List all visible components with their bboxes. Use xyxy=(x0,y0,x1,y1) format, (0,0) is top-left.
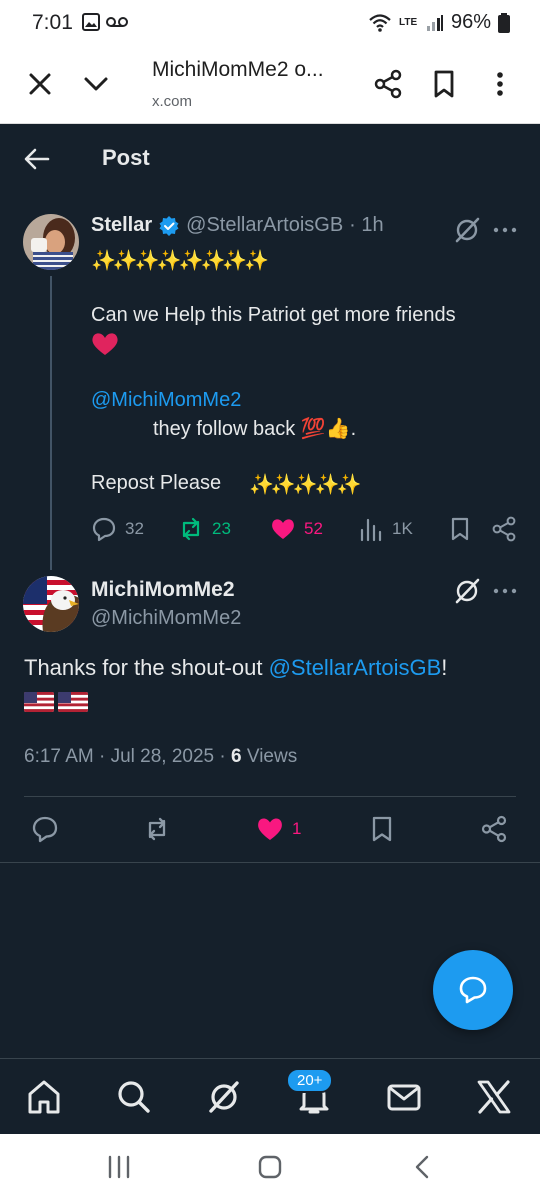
status-time: 7:01 xyxy=(32,11,73,34)
messages-envelope-icon[interactable] xyxy=(384,1077,424,1117)
post-timestamp[interactable]: 6:17 AM · Jul 28, 2025 · xyxy=(24,746,231,767)
mention-link[interactable]: @StellarArtoisGB xyxy=(269,655,442,680)
views-label: Views xyxy=(241,746,298,767)
post-metadata: 6:17 AM · Jul 28, 2025 · 6 Views xyxy=(24,746,297,768)
author-name[interactable]: Stellar xyxy=(91,214,152,237)
more-horizontal-icon[interactable] xyxy=(490,576,520,606)
author-handle[interactable]: @MichiMomMe2 xyxy=(91,607,241,630)
repost-icon xyxy=(182,517,200,541)
author-handle[interactable]: @StellarArtoisGB xyxy=(186,214,343,237)
like-button[interactable]: 52 xyxy=(270,516,323,542)
grok-icon[interactable] xyxy=(204,1077,244,1117)
more-horizontal-icon[interactable] xyxy=(490,215,520,245)
mention-link[interactable]: @MichiMomMe2 xyxy=(91,389,241,412)
like-button[interactable]: 1 xyxy=(256,815,301,843)
grok-icon[interactable] xyxy=(452,576,482,606)
divider xyxy=(0,862,540,863)
home-button-icon[interactable] xyxy=(257,1154,283,1180)
reply-icon[interactable] xyxy=(31,815,59,843)
bookmark-icon[interactable] xyxy=(447,516,473,542)
share-icon[interactable] xyxy=(491,516,517,542)
heart-filled-icon xyxy=(258,818,282,840)
post-text: Thanks for the shout-out @StellarArtoisG… xyxy=(24,655,447,681)
notifications-badge: 20+ xyxy=(286,1068,334,1093)
sparkles-emoji-row: ✨✨✨✨✨ xyxy=(249,474,362,496)
post-text-line: they follow back 💯👍. xyxy=(153,418,357,440)
avatar[interactable] xyxy=(23,576,79,632)
battery-percentage: 96% xyxy=(450,11,491,33)
author-name[interactable]: MichiMomMe2 xyxy=(91,578,235,602)
close-icon[interactable] xyxy=(24,68,56,100)
post-text-segment: Thanks for the shout-out xyxy=(24,655,269,680)
reply-icon xyxy=(92,517,116,542)
bookmark-icon[interactable] xyxy=(428,68,460,100)
more-vertical-icon[interactable] xyxy=(484,68,516,100)
browser-url: x.com xyxy=(152,93,193,110)
share-icon[interactable] xyxy=(480,815,508,843)
post-header: Post xyxy=(0,124,540,194)
reply-button[interactable]: 32 xyxy=(91,516,144,542)
red-heart-emoji xyxy=(92,333,118,355)
divider xyxy=(24,796,516,797)
like-count: 52 xyxy=(304,519,323,538)
lte-indicator: LTE xyxy=(398,16,418,28)
repost-button[interactable]: 23 xyxy=(178,516,231,542)
chevron-down-icon[interactable] xyxy=(80,68,112,100)
avatar[interactable] xyxy=(23,214,79,270)
search-icon[interactable] xyxy=(114,1077,154,1117)
verified-badge-icon xyxy=(159,215,179,236)
page-title: Post xyxy=(102,145,150,170)
back-icon[interactable] xyxy=(410,1154,436,1180)
post-time[interactable]: · 1h xyxy=(349,214,383,237)
signal-icon xyxy=(426,14,443,31)
battery-icon xyxy=(498,12,510,33)
views-button[interactable]: 1K xyxy=(358,516,413,542)
views-chart-icon xyxy=(360,518,382,542)
gallery-icon xyxy=(82,13,100,31)
views-count: 1K xyxy=(392,519,413,538)
home-icon[interactable] xyxy=(24,1077,64,1117)
share-icon[interactable] xyxy=(372,68,404,100)
browser-page-title: MichiMomMe2 o... xyxy=(152,58,324,81)
views-count: 6 xyxy=(231,746,242,767)
post-text-line: Repost Please xyxy=(91,472,222,494)
wifi-icon xyxy=(369,13,391,32)
system-navigation-bar xyxy=(0,1134,540,1200)
repost-count: 23 xyxy=(212,519,231,538)
reply-icon xyxy=(459,976,487,1004)
sparkles-emoji-row: ✨✨✨✨✨✨✨✨ xyxy=(91,250,269,272)
us-flag-emoji xyxy=(24,692,54,712)
reply-count: 32 xyxy=(125,519,144,538)
us-flag-emoji xyxy=(58,692,88,712)
post-text-line: Can we Help this Patriot get more friend… xyxy=(91,304,456,326)
status-bar: 7:01 LTE 96% xyxy=(0,0,540,44)
voicemail-icon xyxy=(106,17,128,27)
grok-icon[interactable] xyxy=(452,215,482,245)
flag-emojis xyxy=(24,692,88,712)
thread-line xyxy=(50,276,52,570)
avatar-photo-eagle-flag xyxy=(23,576,79,632)
recent-apps-icon[interactable] xyxy=(106,1155,132,1179)
x-logo-icon[interactable] xyxy=(474,1077,514,1117)
repost-icon[interactable] xyxy=(143,815,171,843)
like-count: 1 xyxy=(292,819,302,838)
avatar-photo-stellar xyxy=(23,214,79,270)
bookmark-icon[interactable] xyxy=(368,815,396,843)
browser-toolbar: MichiMomMe2 o... x.com xyxy=(0,44,540,124)
compose-reply-button[interactable] xyxy=(433,950,513,1030)
post-text-segment: ! xyxy=(441,655,448,680)
bottom-tab-bar xyxy=(0,1058,540,1134)
back-arrow-icon[interactable] xyxy=(22,144,52,174)
heart-filled-icon xyxy=(272,519,294,539)
post-author-row: Stellar @StellarArtoisGB · 1h xyxy=(91,214,384,237)
